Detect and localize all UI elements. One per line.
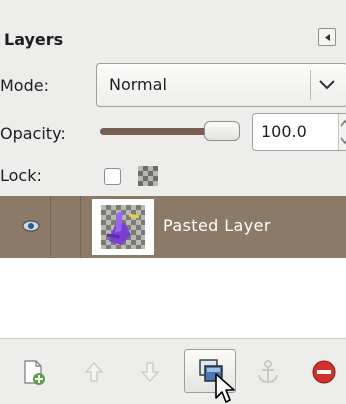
- lock-label: Lock:: [0, 166, 42, 185]
- mode-dropdown[interactable]: Normal: [96, 63, 346, 107]
- lower-layer-icon[interactable]: [136, 358, 164, 386]
- opacity-stepper[interactable]: [338, 114, 346, 150]
- delete-layer-icon[interactable]: [310, 358, 338, 386]
- layer-toolbar: [0, 338, 346, 404]
- chain-column-divider: [50, 196, 51, 258]
- lock-alpha-icon[interactable]: [138, 166, 158, 186]
- layer-row[interactable]: Pasted Layer: [0, 196, 346, 258]
- stepper-arrows-icon: [340, 119, 346, 145]
- tab-menu-button[interactable]: [318, 28, 336, 46]
- opacity-value: 100.0: [261, 122, 307, 141]
- opacity-slider-handle[interactable]: [204, 121, 240, 141]
- mode-label: Mode:: [0, 76, 49, 95]
- opacity-spinbutton[interactable]: 100.0: [252, 113, 346, 151]
- mode-divider: [310, 70, 311, 100]
- new-layer-icon[interactable]: [20, 358, 48, 386]
- chevron-down-icon: [319, 80, 335, 90]
- raise-layer-icon[interactable]: [80, 358, 108, 386]
- toolbar-divider: [0, 338, 346, 339]
- dock-header: Layers: [0, 22, 346, 56]
- tab-menu-icon: [325, 34, 330, 41]
- eye-icon[interactable]: [22, 219, 40, 233]
- mouse-pointer-icon: [215, 373, 235, 403]
- pasted-image-preview-icon: [106, 211, 140, 245]
- layers-dock: Layers Mode: Normal Opacity: 100.0 Lock:: [0, 0, 346, 404]
- thumbnail-column-divider: [80, 196, 81, 258]
- layer-name[interactable]: Pasted Layer: [163, 216, 271, 235]
- layer-list[interactable]: Pasted Layer: [0, 196, 346, 338]
- layer-thumbnail[interactable]: [92, 199, 154, 255]
- lock-pixels-checkbox[interactable]: [104, 168, 121, 185]
- anchor-layer-icon[interactable]: [254, 358, 282, 386]
- mode-value: Normal: [109, 75, 167, 94]
- opacity-label: Opacity:: [0, 124, 66, 143]
- dock-title: Layers: [4, 30, 64, 49]
